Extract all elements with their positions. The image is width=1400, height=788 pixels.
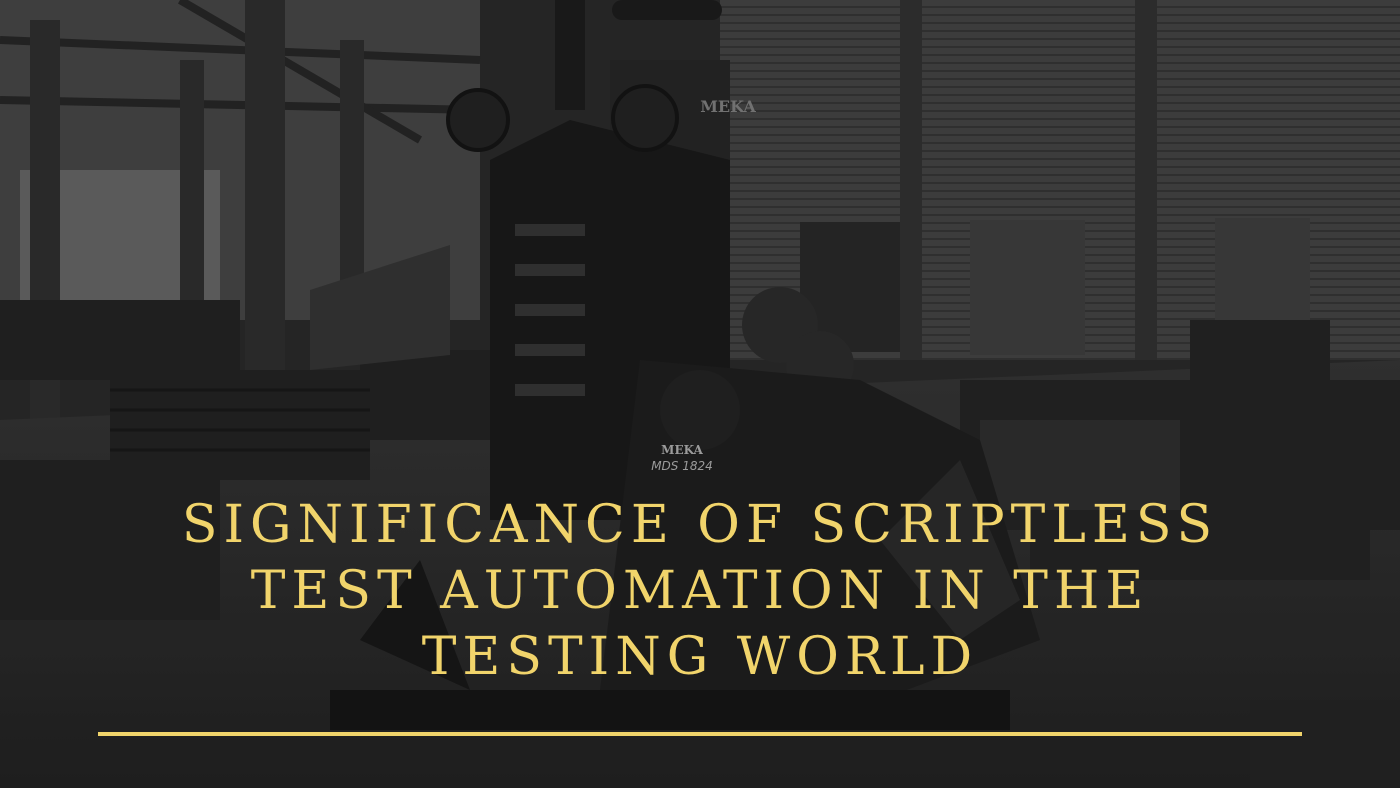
headline-line-3: TESTING WORLD	[421, 627, 979, 687]
headline-line-1: SIGNIFICANCE OF SCRIPTLESS	[181, 495, 1219, 555]
headline-underline	[98, 732, 1302, 736]
headline-line-2: TEST AUTOMATION IN THE	[250, 561, 1150, 621]
headline: SIGNIFICANCE OF SCRIPTLESS TEST AUTOMATI…	[0, 492, 1400, 690]
hero-banner: MEKA MEKA MDS 1824 SIGNIFICANCE OF SCRIP…	[0, 0, 1400, 788]
